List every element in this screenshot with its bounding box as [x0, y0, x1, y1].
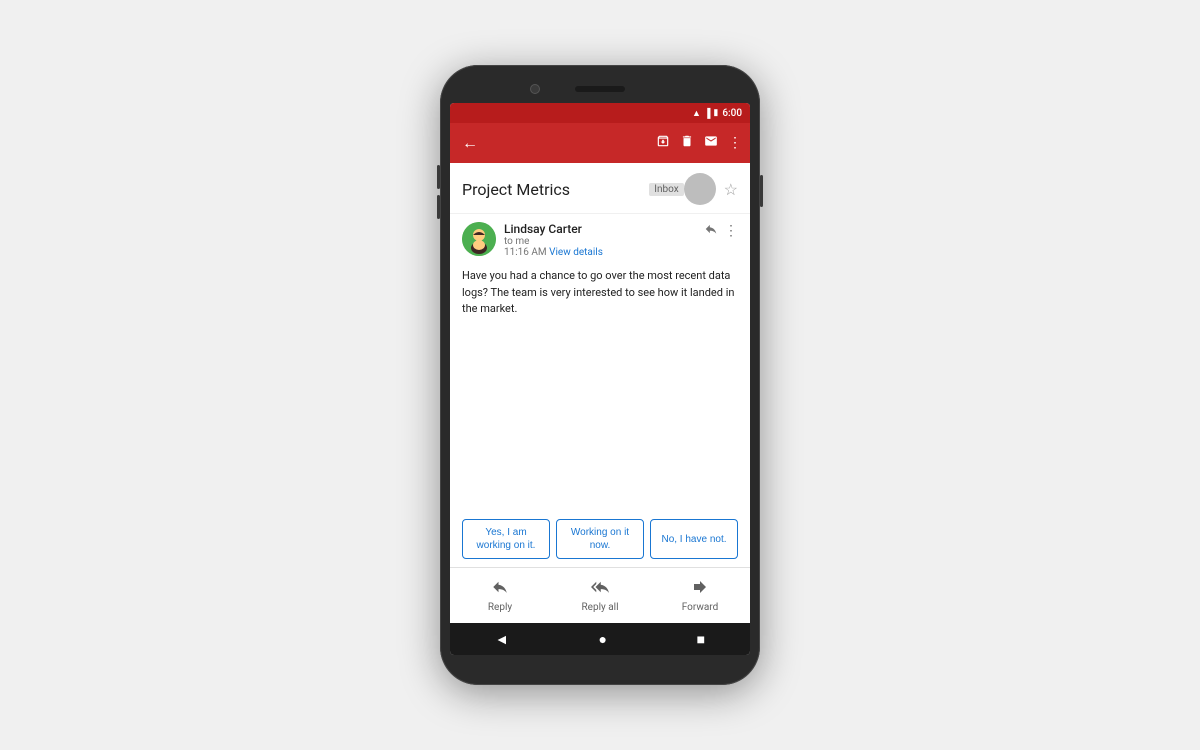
sender-time: 11:16 AM View details — [504, 247, 696, 258]
mail-icon[interactable] — [704, 134, 718, 152]
sender-name: Lindsay Carter — [504, 222, 696, 236]
more-icon[interactable]: ⋮ — [728, 135, 742, 151]
email-more-icon[interactable]: ⋮ — [724, 223, 738, 239]
speaker — [575, 86, 625, 92]
header-avatar — [684, 173, 716, 205]
phone-bottom — [450, 655, 750, 675]
reply-button[interactable]: Reply — [450, 574, 550, 617]
forward-label: Forward — [682, 602, 719, 613]
status-icons: ▲ ▐ ▮ — [692, 108, 718, 119]
status-time: 6:00 — [722, 108, 742, 119]
reply-icon — [491, 578, 509, 600]
reply-label: Reply — [488, 602, 512, 613]
app-bar: ← — [450, 123, 750, 163]
status-bar: ▲ ▐ ▮ 6:00 — [450, 103, 750, 123]
phone-screen: ▲ ▐ ▮ 6:00 ← — [450, 103, 750, 655]
nav-back[interactable]: ◄ — [495, 631, 509, 648]
signal-icon: ▐ — [704, 108, 710, 119]
view-details-link[interactable]: View details — [549, 247, 603, 258]
delete-icon[interactable] — [680, 134, 694, 152]
sender-avatar — [462, 222, 496, 256]
bottom-actions: Reply Reply all Forward — [450, 567, 750, 623]
battery-icon: ▮ — [713, 108, 718, 118]
smart-replies: Yes, I am working on it. Working on it n… — [450, 511, 750, 567]
sender-row: Lindsay Carter to me 11:16 AM View detai… — [450, 214, 750, 264]
reply-all-label: Reply all — [581, 602, 618, 613]
back-button[interactable]: ← — [458, 129, 482, 157]
inbox-badge: Inbox — [649, 183, 683, 196]
sender-actions: ⋮ — [704, 222, 738, 240]
android-nav: ◄ ● ■ — [450, 623, 750, 655]
archive-icon[interactable] — [656, 134, 670, 152]
nav-recents[interactable]: ■ — [697, 631, 705, 648]
smart-reply-2[interactable]: Working on it now. — [556, 519, 644, 559]
sender-to: to me — [504, 236, 696, 247]
phone-frame: ▲ ▐ ▮ 6:00 ← — [440, 65, 760, 685]
reply-all-button[interactable]: Reply all — [550, 574, 650, 617]
star-icon[interactable]: ☆ — [724, 180, 738, 199]
email-header: Project Metrics Inbox ☆ — [450, 163, 750, 214]
reply-all-icon — [591, 578, 609, 600]
forward-button[interactable]: Forward — [650, 574, 750, 617]
phone-top — [450, 75, 750, 103]
smart-reply-3[interactable]: No, I have not. — [650, 519, 738, 559]
camera — [530, 84, 540, 94]
reply-quick-icon[interactable] — [704, 222, 718, 240]
nav-home[interactable]: ● — [598, 631, 606, 648]
sender-info: Lindsay Carter to me 11:16 AM View detai… — [504, 222, 696, 258]
smart-reply-1[interactable]: Yes, I am working on it. — [462, 519, 550, 559]
forward-icon — [691, 578, 709, 600]
email-body: Lindsay Carter to me 11:16 AM View detai… — [450, 214, 750, 567]
email-message: Have you had a chance to go over the mos… — [450, 264, 750, 326]
wifi-icon: ▲ — [692, 108, 701, 119]
email-subject: Project Metrics — [462, 180, 643, 199]
app-bar-icons: ⋮ — [656, 134, 742, 152]
